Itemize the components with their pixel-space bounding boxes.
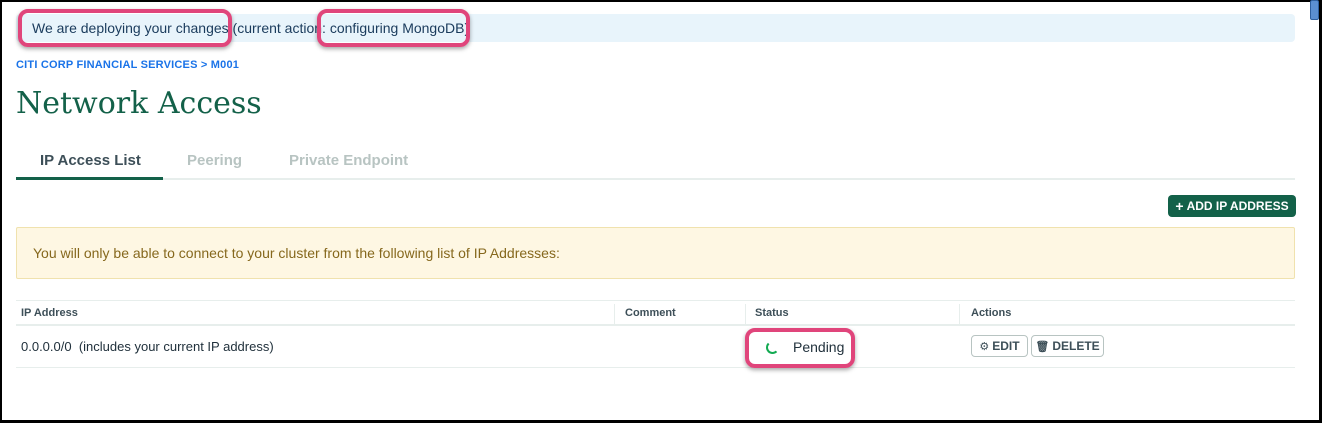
active-tab-indicator <box>16 177 163 180</box>
gear-icon: ⚙ <box>979 340 990 353</box>
delete-label: DELETE <box>1052 339 1100 353</box>
tab-bar: IP Access List Peering Private Endpoint <box>16 147 1295 180</box>
spinner-icon <box>766 340 779 354</box>
tab-peering[interactable]: Peering <box>187 152 242 169</box>
deploy-current-action-value: configuring MongoDB <box>329 20 465 36</box>
header-status[interactable]: Status <box>755 307 789 319</box>
page-title: Network Access <box>16 86 262 121</box>
scrollbar-thumb[interactable] <box>1310 0 1319 20</box>
delete-button[interactable]: 🗑 DELETE <box>1031 335 1104 357</box>
tab-private-endpoint[interactable]: Private Endpoint <box>289 152 408 169</box>
status-text: Pending <box>793 339 845 355</box>
table-row: 0.0.0.0/0 (includes your current IP addr… <box>16 326 1295 368</box>
deploy-current-action-label: (current action: <box>228 20 330 36</box>
edit-button[interactable]: ⚙ EDIT <box>971 335 1028 357</box>
add-ip-address-button[interactable]: + ADD IP ADDRESS <box>1168 195 1296 217</box>
plus-icon: + <box>1175 198 1184 214</box>
add-ip-address-label: ADD IP ADDRESS <box>1186 199 1289 213</box>
column-divider <box>745 304 746 324</box>
tab-ip-access-list[interactable]: IP Access List <box>40 152 141 169</box>
table-header: IP Address Comment Status Actions <box>16 300 1295 326</box>
edit-label: EDIT <box>992 339 1020 353</box>
column-divider <box>959 304 960 324</box>
trash-icon: 🗑 <box>1035 340 1050 353</box>
ip-access-table: IP Address Comment Status Actions 0.0.0.… <box>16 300 1295 368</box>
header-actions: Actions <box>971 307 1012 319</box>
warning-text: You will only be able to connect to your… <box>33 245 560 261</box>
header-comment[interactable]: Comment <box>625 307 676 319</box>
column-divider <box>614 304 615 324</box>
header-ip-address[interactable]: IP Address <box>21 307 78 319</box>
ip-address-cell: 0.0.0.0/0 (includes your current IP addr… <box>21 339 274 354</box>
ip-access-warning: You will only be able to connect to your… <box>16 227 1295 279</box>
deploy-message: We are deploying your changes <box>32 20 229 36</box>
deploy-status-banner: We are deploying your changes (current a… <box>16 14 1295 42</box>
status-cell: Pending <box>756 333 852 361</box>
deploy-close-paren: ) <box>464 20 470 36</box>
breadcrumb[interactable]: CITI CORP FINANCIAL SERVICES > M001 <box>16 59 239 71</box>
